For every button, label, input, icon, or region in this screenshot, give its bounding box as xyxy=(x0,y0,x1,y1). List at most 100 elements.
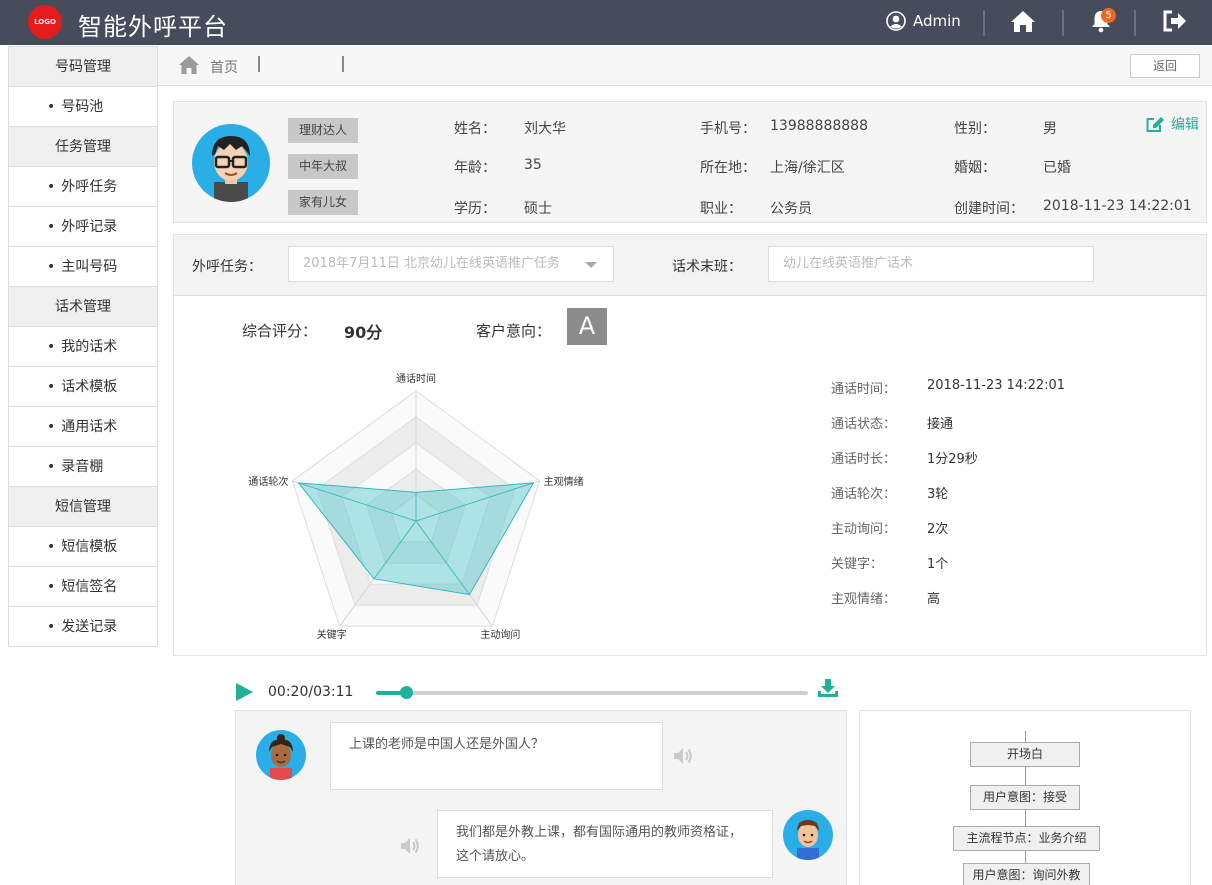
edit-button[interactable]: 编辑 xyxy=(1146,114,1199,134)
customer-tag: 理财达人 xyxy=(288,118,358,143)
stat-label: 主动询问： xyxy=(831,522,897,537)
avatar xyxy=(783,810,833,860)
field-label: 学历： xyxy=(454,201,496,217)
analysis-panel: 综合评分： 90分 客户意向： A 通话时间 主观情绪 主动询问 关键字 通话轮次 通话… xyxy=(173,296,1207,656)
top-bar: LOGO 智能外呼平台 Admin 5 xyxy=(0,0,1212,45)
field-marriage: 已婚 xyxy=(1043,160,1071,176)
task-label: 外呼任务： xyxy=(192,259,262,275)
field-label: 姓名： xyxy=(454,121,496,137)
chat-bubble-customer: 上课的老师是中国人还是外国人？ xyxy=(330,722,663,790)
man-avatar-icon xyxy=(212,136,250,202)
sidebar-item-sms-signature[interactable]: 短信签名 xyxy=(9,567,157,607)
playback-time: 00:20/03:11 xyxy=(268,684,354,700)
field-label: 性别： xyxy=(954,121,996,137)
stat-label: 通话轮次： xyxy=(831,487,897,502)
task-select-value: 2018年7月11日 北京幼儿在线英语推广任务 xyxy=(303,256,561,271)
breadcrumb: 首页 返回 xyxy=(158,46,1212,86)
field-created-time: 2018-11-23 14:22:01 xyxy=(1043,198,1192,214)
user-menu[interactable]: Admin xyxy=(886,11,961,31)
field-occupation: 公务员 xyxy=(770,201,812,217)
field-phone: 13988888888 xyxy=(770,118,868,134)
sidebar-group-sms[interactable]: 短信管理 xyxy=(9,487,157,527)
breadcrumb-home[interactable]: 首页 xyxy=(210,57,238,77)
sidebar-item-studio[interactable]: 录音棚 xyxy=(9,447,157,487)
sidebar-item-call-task[interactable]: 外呼任务 xyxy=(9,167,157,207)
conversation-flow: 开场白 用户意图：接受 主流程节点：业务介绍 用户意图：询问外教 xyxy=(859,710,1191,885)
stat-label: 通话状态： xyxy=(831,417,897,432)
field-education: 硕士 xyxy=(524,201,552,217)
sidebar-item-my-script[interactable]: 我的话术 xyxy=(9,327,157,367)
field-gender: 男 xyxy=(1043,121,1057,137)
chat-bubble-agent: 我们都是外教上课，都有国际通用的教师资格证，这个请放心。 xyxy=(437,810,773,878)
sidebar-group-task[interactable]: 任务管理 xyxy=(9,127,157,167)
avatar xyxy=(256,730,306,780)
woman-avatar-icon xyxy=(269,734,293,780)
flow-node[interactable]: 开场白 xyxy=(970,742,1080,767)
chevron-down-icon xyxy=(585,262,597,268)
sidebar-group-script[interactable]: 话术管理 xyxy=(9,287,157,327)
field-label: 手机号： xyxy=(700,121,756,137)
sidebar-item-script-template[interactable]: 话术模板 xyxy=(9,367,157,407)
field-label: 创建时间： xyxy=(954,201,1024,217)
field-label: 婚姻： xyxy=(954,160,996,176)
score-label: 综合评分： xyxy=(242,322,318,340)
sidebar: 号码管理 号码池 任务管理 外呼任务 外呼记录 主叫号码 话术管理 我的话术 话… xyxy=(8,46,158,647)
home-icon[interactable] xyxy=(1010,9,1036,33)
field-age: 35 xyxy=(524,157,542,173)
speaker-icon[interactable] xyxy=(399,836,421,856)
radar-axis-label: 关键字 xyxy=(317,628,347,641)
edit-label: 编辑 xyxy=(1171,117,1199,133)
field-location: 上海/徐汇区 xyxy=(770,160,845,176)
radar-chart: 通话时间主观情绪主动询问 关键字 通话轮次 xyxy=(248,372,584,641)
breadcrumb-separator xyxy=(342,56,344,72)
customer-tag: 中年大叔 xyxy=(288,154,358,179)
stat-label: 通话时长： xyxy=(831,452,897,467)
app-title: 智能外呼平台 xyxy=(78,13,228,41)
customer-tag: 家有儿女 xyxy=(288,190,358,215)
audio-progress-handle[interactable] xyxy=(400,686,414,699)
script-input[interactable]: 幼儿在线英语推广话术 xyxy=(768,246,1094,282)
conversation-transcript: 上课的老师是中国人还是外国人？ 我们都是外教上课，都有国际通用的教师资格证，这个… xyxy=(235,710,847,885)
stat-value: 接通 xyxy=(927,417,954,432)
stat-value: 高 xyxy=(927,592,941,607)
download-icon[interactable] xyxy=(817,678,839,698)
task-filter-bar: 外呼任务： 2018年7月11日 北京幼儿在线英语推广任务 话术末班： 幼儿在线… xyxy=(173,234,1207,296)
back-button[interactable]: 返回 xyxy=(1130,54,1200,78)
audio-progress-track[interactable] xyxy=(376,691,808,695)
user-name: Admin xyxy=(913,12,961,30)
flow-node[interactable]: 用户意图：询问外教 xyxy=(963,863,1090,885)
field-label: 职业： xyxy=(700,201,742,217)
stat-label: 通话时间： xyxy=(831,382,897,397)
user-icon xyxy=(886,11,906,31)
intent-label: 客户意向： xyxy=(476,322,552,340)
sidebar-item-common-script[interactable]: 通用话术 xyxy=(9,407,157,447)
home-icon[interactable] xyxy=(178,55,200,75)
logo[interactable]: LOGO xyxy=(28,5,62,39)
sidebar-group-number[interactable]: 号码管理 xyxy=(9,47,157,87)
breadcrumb-separator xyxy=(258,56,260,72)
sidebar-item-send-record[interactable]: 发送记录 xyxy=(9,607,157,647)
stat-label: 关键字： xyxy=(831,557,884,572)
divider xyxy=(983,10,985,36)
script-label: 话术末班： xyxy=(672,259,742,275)
divider xyxy=(1134,10,1136,36)
stat-value: 2018-11-23 14:22:01 xyxy=(927,378,1066,393)
score-value: 90分 xyxy=(344,323,383,342)
task-select[interactable]: 2018年7月11日 北京幼儿在线英语推广任务 xyxy=(288,246,614,282)
flow-node[interactable]: 主流程节点：业务介绍 xyxy=(953,826,1100,851)
sidebar-item-sms-template[interactable]: 短信模板 xyxy=(9,527,157,567)
play-button[interactable] xyxy=(236,683,253,701)
radar-axis-label: 主观情绪 xyxy=(544,475,584,488)
radar-axis-label: 通话时间 xyxy=(396,372,436,385)
sidebar-item-call-record[interactable]: 外呼记录 xyxy=(9,207,157,247)
radar-axis-label: 通话轮次 xyxy=(248,475,288,488)
speaker-icon[interactable] xyxy=(672,746,694,766)
sidebar-item-number-pool[interactable]: 号码池 xyxy=(9,87,157,127)
stat-value: 1个 xyxy=(927,557,949,572)
sidebar-item-caller-number[interactable]: 主叫号码 xyxy=(9,247,157,287)
flow-node[interactable]: 用户意图：接受 xyxy=(970,785,1080,810)
radar-axis-label: 主动询问 xyxy=(480,628,520,641)
stat-label: 主观情绪： xyxy=(831,592,897,607)
logout-icon[interactable] xyxy=(1162,9,1188,33)
stat-value: 1分29秒 xyxy=(927,452,978,467)
